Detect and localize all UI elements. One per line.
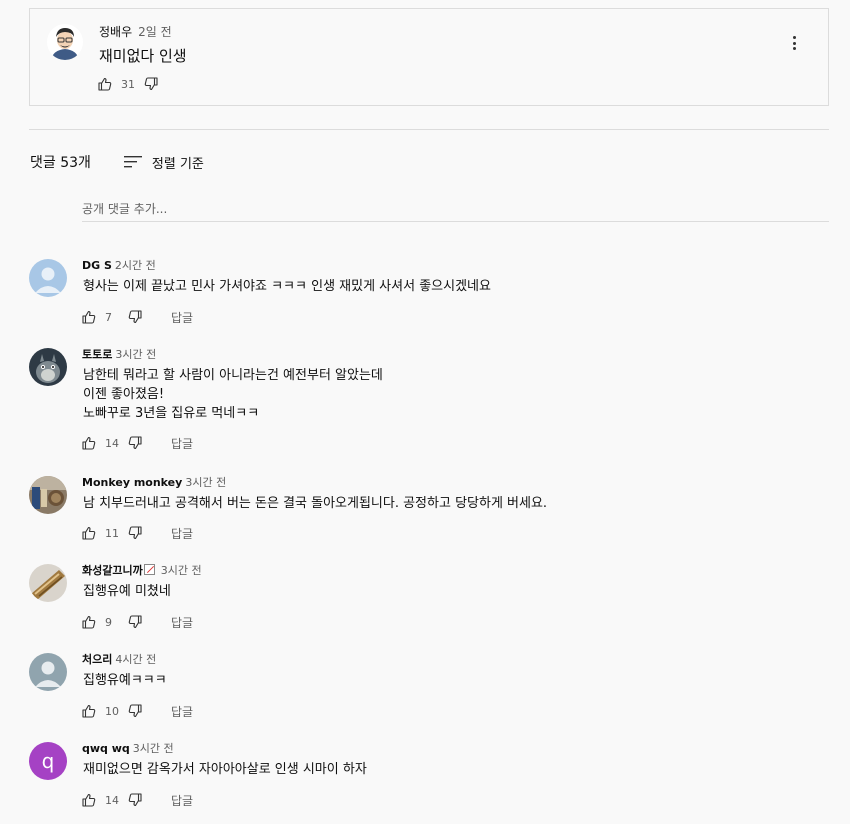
reply-button[interactable]: 답글 bbox=[171, 435, 193, 452]
like-count: 10 bbox=[105, 704, 119, 718]
comment-actions: 14 답글 bbox=[81, 435, 193, 451]
author-name[interactable]: 화성갈끄니까 bbox=[82, 564, 143, 577]
thumbs-down-icon bbox=[128, 310, 142, 324]
divider bbox=[29, 129, 829, 130]
dislike-button[interactable] bbox=[127, 525, 143, 541]
author-name[interactable]: DG S bbox=[82, 259, 112, 272]
sort-icon bbox=[123, 156, 142, 168]
pinned-comment: 정배우 2일 전 재미없다 인생 31 bbox=[29, 8, 829, 106]
default-person-avatar-icon[interactable] bbox=[29, 653, 67, 691]
add-comment-input[interactable]: 공개 댓글 추가... bbox=[82, 196, 829, 222]
author-name[interactable]: 정배우 bbox=[99, 25, 132, 39]
dislike-button[interactable] bbox=[127, 309, 143, 325]
reply-button[interactable]: 답글 bbox=[171, 309, 193, 326]
comment-actions: 7 답글 bbox=[81, 309, 193, 325]
like-button[interactable] bbox=[81, 703, 97, 719]
like-button[interactable] bbox=[97, 76, 113, 92]
timestamp[interactable]: 3시간 전 bbox=[133, 742, 174, 755]
thumbs-up-icon bbox=[82, 615, 96, 629]
like-button[interactable] bbox=[81, 435, 97, 451]
photo-avatar-icon[interactable] bbox=[29, 564, 67, 602]
comment-text: 재미없으면 감옥가서 자아아아살로 인생 시마이 하자 bbox=[83, 760, 367, 779]
comment-count: 댓글 53개 bbox=[30, 155, 91, 171]
comment-line: 재미없으면 감옥가서 자아아아살로 인생 시마이 하자 bbox=[83, 762, 367, 777]
thumbs-down-icon bbox=[128, 436, 142, 450]
like-button[interactable] bbox=[81, 792, 97, 808]
comment-line: 남 치부드러내고 공격해서 버는 돈은 결국 돌아오게됩니다. 공정하고 당당하… bbox=[83, 496, 548, 511]
dislike-button[interactable] bbox=[127, 435, 143, 451]
like-count: 9 bbox=[105, 615, 112, 629]
like-button[interactable] bbox=[81, 525, 97, 541]
comment-line: 남한테 뭐라고 할 사람이 아니라는건 예전부터 알았는데 bbox=[83, 368, 383, 383]
thumbs-up-icon bbox=[82, 436, 96, 450]
comment-text: 재미없다 인생 bbox=[99, 47, 187, 65]
timestamp[interactable]: 3시간 전 bbox=[185, 476, 226, 489]
comment-meta: 정배우 2일 전 bbox=[99, 23, 172, 40]
reply-button[interactable]: 답글 bbox=[171, 703, 193, 720]
timestamp[interactable]: 3시간 전 bbox=[161, 564, 202, 577]
thumbs-up-icon bbox=[82, 310, 96, 324]
author-avatar[interactable] bbox=[47, 24, 83, 60]
comment-line: 노빠꾸로 3년을 집유로 먹네ㅋㅋ bbox=[83, 406, 260, 421]
like-button[interactable] bbox=[81, 309, 97, 325]
sort-button[interactable]: 정렬 기준 bbox=[123, 153, 204, 172]
author-name[interactable]: 처으리 bbox=[82, 653, 112, 666]
like-count: 14 bbox=[105, 436, 119, 450]
comment-line: 집행유예ㅋㅋㅋ bbox=[83, 673, 167, 688]
checkbox-emoji-icon bbox=[143, 564, 155, 575]
author-name[interactable]: qwq wq bbox=[82, 742, 130, 755]
comment-text: 남 치부드러내고 공격해서 버는 돈은 결국 돌아오게됩니다. 공정하고 당당하… bbox=[83, 494, 547, 513]
sort-label: 정렬 기준 bbox=[151, 156, 204, 172]
dislike-button[interactable] bbox=[127, 703, 143, 719]
comments-header: 댓글 53개 정렬 기준 bbox=[30, 152, 204, 172]
thumbs-down-icon bbox=[128, 704, 142, 718]
like-count: 11 bbox=[105, 526, 119, 540]
comment-actions: 31 bbox=[97, 76, 159, 92]
totoro-avatar-icon[interactable] bbox=[29, 348, 67, 386]
like-count: 31 bbox=[121, 77, 135, 91]
more-actions-icon[interactable] bbox=[786, 33, 802, 53]
thumbs-down-icon bbox=[128, 793, 142, 807]
thumbs-down-icon bbox=[144, 77, 158, 91]
comment-actions: 11 답글 bbox=[81, 525, 193, 541]
dislike-button[interactable] bbox=[127, 614, 143, 630]
like-button[interactable] bbox=[81, 614, 97, 630]
photo-avatar-icon[interactable] bbox=[29, 476, 67, 514]
thumbs-up-icon bbox=[82, 704, 96, 718]
reply-button[interactable]: 답글 bbox=[171, 792, 193, 809]
comment-text: 남한테 뭐라고 할 사람이 아니라는건 예전부터 알았는데 이젠 좋아졌음! 노… bbox=[83, 366, 383, 423]
comment-actions: 10 답글 bbox=[81, 703, 193, 719]
comment-text: 형사는 이제 끝났고 민사 가셔야죠 ㅋㅋㅋ 인생 재밌게 사셔서 좋으시겠네요 bbox=[83, 277, 491, 296]
thumbs-down-icon bbox=[128, 615, 142, 629]
comment-text: 집행유예 미쳤네 bbox=[83, 582, 171, 601]
like-count: 14 bbox=[105, 793, 119, 807]
reply-button[interactable]: 답글 bbox=[171, 614, 193, 631]
dislike-button[interactable] bbox=[143, 76, 159, 92]
reply-button[interactable]: 답글 bbox=[171, 525, 193, 542]
thumbs-up-icon bbox=[98, 77, 112, 91]
thumbs-down-icon bbox=[128, 526, 142, 540]
letter-avatar-icon[interactable]: q bbox=[29, 742, 67, 780]
comment-actions: 14 답글 bbox=[81, 792, 193, 808]
comment-line: 집행유예 미쳤네 bbox=[83, 584, 171, 599]
author-name[interactable]: Monkey monkey bbox=[82, 476, 182, 489]
thumbs-up-icon bbox=[82, 526, 96, 540]
thumbs-up-icon bbox=[82, 793, 96, 807]
timestamp[interactable]: 4시간 전 bbox=[115, 653, 156, 666]
dislike-button[interactable] bbox=[127, 792, 143, 808]
author-name[interactable]: 토토로 bbox=[82, 348, 112, 361]
timestamp[interactable]: 3시간 전 bbox=[115, 348, 156, 361]
comment-line: 형사는 이제 끝났고 민사 가셔야죠 ㅋㅋㅋ 인생 재밌게 사셔서 좋으시겠네요 bbox=[83, 279, 491, 294]
comment-line: 이젠 좋아졌음! bbox=[83, 387, 165, 402]
comment-text: 집행유예ㅋㅋㅋ bbox=[83, 671, 167, 690]
like-count: 7 bbox=[105, 310, 112, 324]
timestamp[interactable]: 2일 전 bbox=[138, 25, 172, 39]
comment-actions: 9 답글 bbox=[81, 614, 193, 630]
default-person-avatar-icon[interactable] bbox=[29, 259, 67, 297]
timestamp[interactable]: 2시간 전 bbox=[115, 259, 156, 272]
